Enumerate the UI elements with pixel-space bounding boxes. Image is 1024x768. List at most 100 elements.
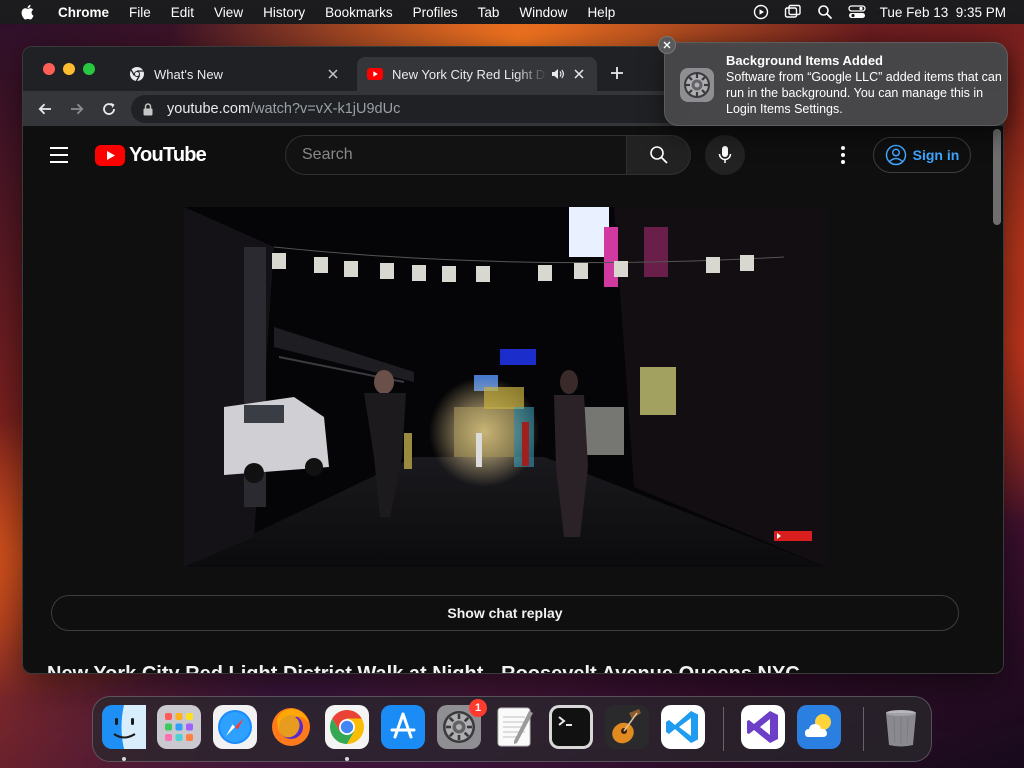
firefox-icon <box>272 708 310 746</box>
url-path: /watch?v=vX-k1jU9dUc <box>250 101 401 117</box>
google-chrome-icon <box>325 705 369 749</box>
dock-firefox[interactable] <box>269 705 313 749</box>
reload-icon[interactable] <box>95 95 123 123</box>
sign-in-label: Sign in <box>912 147 960 163</box>
more-options-icon[interactable] <box>831 143 855 167</box>
back-arrow-icon[interactable] <box>31 95 59 123</box>
finder-icon <box>102 705 146 749</box>
search-button[interactable] <box>627 135 691 175</box>
dock-garageband[interactable] <box>605 705 649 749</box>
dock-textedit[interactable] <box>493 705 537 749</box>
tab-title: New York City Red Light Di <box>392 66 547 82</box>
menu-edit[interactable]: Edit <box>161 5 204 20</box>
dock: 1 <box>92 696 932 762</box>
tab-audio-speaker-icon[interactable] <box>551 67 565 81</box>
notification-close-button[interactable] <box>658 36 676 54</box>
url-host: youtube.com <box>167 101 251 117</box>
app-store-icon <box>381 705 425 749</box>
menubar-clock[interactable]: Tue Feb 13 9:35 PM <box>880 5 1006 20</box>
dock-visual-studio-code[interactable] <box>661 705 705 749</box>
dock-trash[interactable] <box>879 705 923 749</box>
menu-file[interactable]: File <box>119 5 161 20</box>
dock-weather[interactable] <box>797 705 841 749</box>
address-bar[interactable]: youtube.com/watch?v=vX-k1jU9dUc <box>131 95 691 123</box>
close-icon <box>663 41 671 49</box>
system-settings-gear-icon <box>680 68 714 102</box>
terminal-icon <box>549 705 593 749</box>
notification-body: Software from “Google LLC” added items t… <box>726 70 1002 116</box>
dock-google-chrome[interactable] <box>325 705 369 749</box>
chrome-icon <box>129 66 145 82</box>
close-tab-icon[interactable] <box>571 66 587 82</box>
chrome-window: What's New New York City Red Light Di yo… <box>22 46 1004 674</box>
menu-tab[interactable]: Tab <box>468 5 510 20</box>
youtube-page: YouTube Sign in <box>23 127 1003 674</box>
textedit-icon <box>497 707 533 747</box>
dock-app-store[interactable] <box>381 705 425 749</box>
voice-search-button[interactable] <box>705 135 745 175</box>
video-frame-night-street <box>184 207 826 567</box>
forward-arrow-icon[interactable] <box>63 95 91 123</box>
new-tab-button[interactable] <box>607 63 627 83</box>
menu-help[interactable]: Help <box>577 5 625 20</box>
control-center-icon[interactable] <box>848 3 866 21</box>
menu-profiles[interactable]: Profiles <box>403 5 468 20</box>
menu-view[interactable]: View <box>204 5 253 20</box>
youtube-masthead: YouTube Sign in <box>23 127 1003 183</box>
window-controls <box>43 63 95 75</box>
dock-divider <box>723 707 724 751</box>
menu-bar: Chrome File Edit View History Bookmarks … <box>0 0 1024 24</box>
menu-bookmarks[interactable]: Bookmarks <box>315 5 403 20</box>
chrome-running-indicator <box>345 757 349 761</box>
sign-in-button[interactable]: Sign in <box>873 137 971 173</box>
tab-youtube-video[interactable]: New York City Red Light Di <box>357 57 597 91</box>
search-icon <box>649 146 668 164</box>
dock-system-settings[interactable]: 1 <box>437 699 487 749</box>
site-info-lock-icon[interactable] <box>143 102 157 116</box>
safari-compass-icon <box>213 705 257 749</box>
dock-divider <box>863 707 864 751</box>
show-chat-replay-label: Show chat replay <box>447 605 563 621</box>
video-player[interactable] <box>184 207 826 567</box>
launchpad-icon <box>157 705 201 749</box>
tab-title: What's New <box>154 66 223 82</box>
notification-badge: 1 <box>469 699 487 717</box>
trash-icon <box>886 710 916 747</box>
youtube-logo[interactable]: YouTube <box>95 144 207 167</box>
dock-finder[interactable] <box>102 705 146 749</box>
show-chat-replay-button[interactable]: Show chat replay <box>51 595 959 631</box>
menu-app-chrome[interactable]: Chrome <box>48 5 119 20</box>
screen-mirroring-icon[interactable] <box>784 3 802 21</box>
visual-studio-icon <box>741 705 785 749</box>
video-title: New York City Red Light District Walk at… <box>47 663 800 674</box>
spotlight-search-icon[interactable] <box>816 3 834 21</box>
microphone-icon <box>718 146 732 163</box>
close-window-button[interactable] <box>43 63 55 75</box>
background-items-notification[interactable]: Background Items Added Software from “Go… <box>658 36 1008 126</box>
dock-launchpad[interactable] <box>157 705 201 749</box>
finder-running-indicator <box>122 757 126 761</box>
youtube-wordmark: YouTube <box>129 144 207 166</box>
minimize-window-button[interactable] <box>63 63 75 75</box>
search-bar <box>285 135 691 175</box>
account-circle-icon <box>885 144 906 166</box>
search-input[interactable] <box>285 135 627 175</box>
menu-window[interactable]: Window <box>509 5 577 20</box>
menu-history[interactable]: History <box>253 5 315 20</box>
dock-safari[interactable] <box>213 705 257 749</box>
dock-terminal[interactable] <box>549 705 593 749</box>
vscode-icon <box>661 705 705 749</box>
fullscreen-window-button[interactable] <box>83 63 95 75</box>
tab-whats-new[interactable]: What's New <box>119 57 351 91</box>
notification-title: Background Items Added <box>726 53 883 68</box>
page-scrollbar-thumb[interactable] <box>993 129 1001 225</box>
youtube-icon <box>367 66 383 82</box>
youtube-play-logo-icon <box>95 145 125 166</box>
close-tab-icon[interactable] <box>325 66 341 82</box>
now-playing-icon[interactable] <box>752 3 770 21</box>
dock-visual-studio[interactable] <box>741 705 785 749</box>
guide-menu-icon[interactable] <box>47 143 71 167</box>
garageband-guitar-icon <box>605 705 649 749</box>
weather-icon <box>797 705 841 749</box>
apple-menu-icon[interactable] <box>20 4 36 20</box>
